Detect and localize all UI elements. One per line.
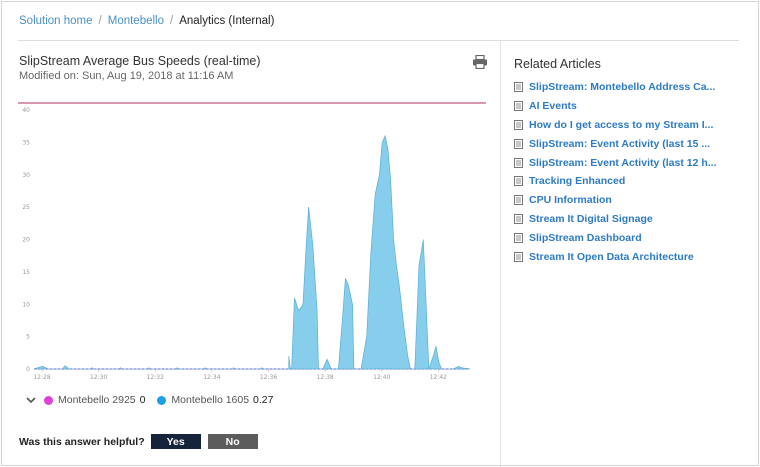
document-icon	[514, 195, 523, 206]
x-tick-label: 12:34	[203, 374, 220, 381]
chart-series	[33, 134, 471, 370]
document-icon	[514, 82, 523, 93]
related-article-link[interactable]: AI Events	[514, 97, 744, 116]
chart-panel-title: SlipStream Average Bus Speeds (real-time…	[19, 54, 261, 68]
related-article-title: Stream It Open Data Architecture	[529, 250, 694, 263]
print-icon[interactable]	[472, 55, 488, 69]
related-article-link[interactable]: SlipStream: Montebello Address Ca...	[514, 78, 744, 97]
y-tick-label: 5	[26, 334, 30, 341]
x-tick-label: 12:32	[147, 374, 164, 381]
related-article-title: SlipStream Dashboard	[529, 231, 642, 244]
no-button[interactable]: No	[207, 434, 258, 449]
related-articles-heading: Related Articles	[514, 57, 601, 71]
column-divider	[500, 41, 501, 467]
y-tick-label: 25	[22, 204, 30, 211]
chart-legend: Montebello 2925 0 Montebello 1605 0.27	[24, 394, 285, 406]
y-tick-label: 15	[22, 269, 30, 276]
y-tick-label: 20	[22, 237, 30, 244]
related-articles-list: SlipStream: Montebello Address Ca... AI E…	[514, 78, 744, 266]
y-tick-label: 30	[22, 172, 30, 179]
breadcrumb-montebello[interactable]: Montebello	[108, 15, 164, 27]
y-tick-label: 40	[22, 107, 30, 114]
document-icon	[514, 101, 523, 112]
legend-value: 0.27	[253, 394, 274, 406]
document-icon	[514, 176, 523, 187]
related-article-link[interactable]: SlipStream Dashboard	[514, 228, 744, 247]
yes-button[interactable]: Yes	[150, 434, 201, 449]
related-article-title: Tracking Enhanced	[529, 175, 626, 188]
x-tick-label: 12:30	[90, 374, 107, 381]
related-article-link[interactable]: Stream It Open Data Architecture	[514, 247, 744, 266]
related-article-title: AI Events	[529, 100, 577, 113]
x-tick-label: 12:40	[373, 374, 390, 381]
x-tick-label: 12:36	[260, 374, 277, 381]
document-icon	[514, 157, 523, 168]
document-icon	[514, 119, 523, 130]
y-tick-label: 35	[22, 139, 30, 146]
y-axis: 0 5 10 15 20 25 30 35 40	[22, 107, 30, 373]
legend-label: Montebello 1605	[171, 394, 250, 406]
related-article-title: SlipStream: Montebello Address Ca...	[529, 81, 716, 94]
x-tick-label: 12:38	[316, 374, 333, 381]
legend-swatch	[157, 395, 167, 405]
y-tick-label: 0	[26, 366, 30, 373]
breadcrumb-solution-home[interactable]: Solution home	[19, 15, 93, 27]
legend-value: 0	[139, 394, 146, 406]
feedback-question: Was this answer helpful?	[19, 435, 145, 448]
breadcrumb-separator: /	[98, 15, 102, 27]
related-articles: Related Articles SlipStream: Montebello …	[514, 57, 744, 266]
related-article-title: Stream It Digital Signage	[529, 212, 653, 225]
related-article-title: SlipStream: Event Activity (last 12 h...	[529, 156, 717, 169]
breadcrumb-separator: /	[170, 15, 174, 27]
series-area-montebello-1605	[33, 134, 471, 370]
related-article-title: SlipStream: Event Activity (last 15 ...	[529, 137, 711, 150]
y-tick-label: 10	[22, 301, 30, 308]
bus-speed-chart: 0510152025303540 12:28 12:30 12:32 12:34 12:…	[18, 102, 486, 381]
header-divider	[18, 40, 739, 41]
document-icon	[514, 251, 523, 262]
related-article-title: How do I get access to my Stream I...	[529, 118, 714, 131]
breadcrumb: Solution home / Montebello / Analytics (…	[19, 15, 274, 27]
related-article-title: CPU Information	[529, 194, 612, 207]
legend-swatch	[44, 395, 53, 405]
related-article-link[interactable]: Tracking Enhanced	[514, 172, 744, 191]
x-tick-label: 12:28	[33, 374, 50, 381]
breadcrumb-current: Analytics (Internal)	[179, 15, 275, 27]
x-tick-label: 12:42	[430, 374, 447, 381]
feedback-bar: Was this answer helpful? Yes No	[19, 434, 258, 449]
legend-item-montebello-2925[interactable]: Montebello 2925 0	[44, 394, 145, 406]
document-icon	[514, 138, 523, 149]
document-icon	[514, 232, 523, 243]
related-article-link[interactable]: How do I get access to my Stream I...	[514, 116, 744, 135]
legend-label: Montebello 2925	[58, 394, 136, 406]
chart-grid	[18, 102, 486, 370]
related-article-link[interactable]: SlipStream: Event Activity (last 12 h...	[514, 153, 744, 172]
related-article-link[interactable]: CPU Information	[514, 191, 744, 210]
x-axis: 12:28 12:30 12:32 12:34 12:36 12:38 12:40 12:42	[33, 369, 447, 381]
legend-item-montebello-1605[interactable]: Montebello 1605 0.27	[157, 394, 273, 406]
chevron-down-icon[interactable]	[24, 394, 38, 406]
modified-date: Modified on: Sun, Aug 19, 2018 at 11:16 …	[19, 70, 234, 82]
related-article-link[interactable]: Stream It Digital Signage	[514, 210, 744, 229]
related-article-link[interactable]: SlipStream: Event Activity (last 15 ...	[514, 134, 744, 153]
document-icon	[514, 213, 523, 224]
